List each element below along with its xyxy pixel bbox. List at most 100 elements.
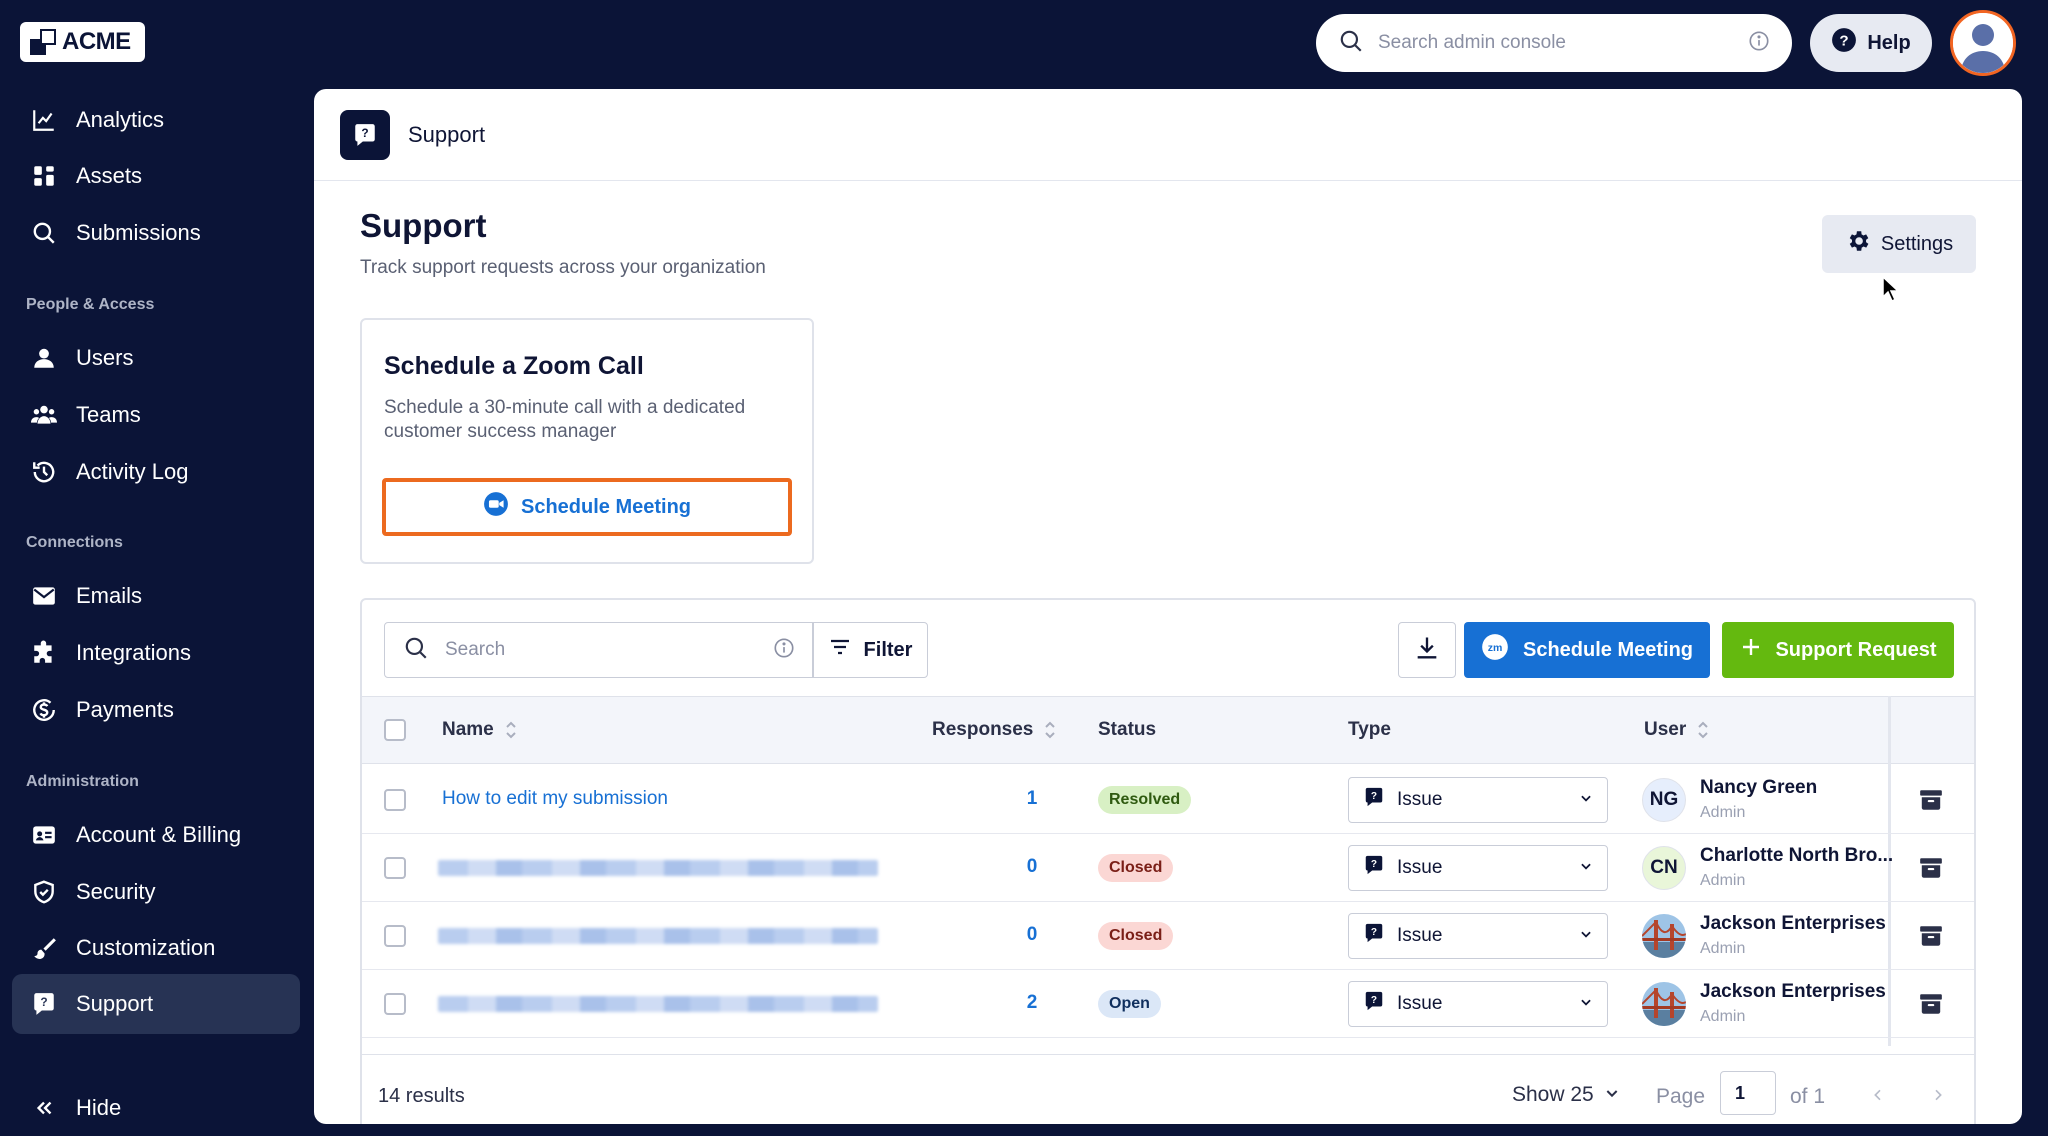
sidebar-item-teams[interactable]: Teams [12,387,300,443]
info-icon[interactable] [1748,30,1770,57]
responses-count[interactable]: 0 [1012,856,1052,878]
user-photo-avatar [1642,914,1686,958]
table-row[interactable]: 2 Open ? Issue Jackson Enterprises Admin [362,970,1974,1038]
table-row[interactable]: 0 Closed ? Issue Jackson Enterprises Adm… [362,902,1974,970]
support-icon: ? [1363,990,1385,1018]
svg-text:?: ? [361,126,368,140]
type-value: Issue [1397,925,1443,946]
column-label: Name [442,719,494,740]
sidebar-item-payments[interactable]: Payments [12,682,300,738]
responses-count[interactable]: 2 [1012,992,1052,1014]
user-avatar[interactable] [1950,10,2016,76]
page-size-select[interactable]: Show 25 [1512,1083,1620,1107]
sidebar-item-analytics[interactable]: Analytics [12,92,300,148]
table-search[interactable] [384,622,814,678]
archive-button[interactable] [1918,855,1944,881]
zoom-card-title: Schedule a Zoom Call [384,352,644,380]
column-header-name[interactable]: Name [442,719,518,741]
user-role: Admin [1700,1008,1746,1025]
admin-search-input[interactable] [1378,32,1734,54]
search-icon [403,635,429,666]
row-checkbox[interactable] [384,925,406,947]
request-name-redacted[interactable] [438,928,878,944]
download-icon [1413,634,1441,667]
schedule-meeting-label: Schedule Meeting [520,495,692,518]
type-select[interactable]: ? Issue [1348,777,1608,823]
sidebar-item-support[interactable]: ? Support [12,974,300,1034]
row-checkbox[interactable] [384,857,406,879]
next-page-button[interactable] [1930,1083,1946,1109]
sidebar-item-integrations[interactable]: Integrations [12,625,300,681]
prev-page-button[interactable] [1870,1083,1886,1109]
admin-search[interactable] [1316,14,1792,72]
table-row[interactable]: 0 Closed ? Issue CN Charlotte North Bro.… [362,834,1974,902]
table-row[interactable]: How to edit my submission 1 Resolved ? I… [362,766,1974,834]
archive-button[interactable] [1918,923,1944,949]
info-icon[interactable] [773,637,795,664]
column-header-user[interactable]: User [1644,719,1710,741]
request-name-link[interactable]: How to edit my submission [442,788,668,810]
page-number-input[interactable] [1720,1071,1776,1115]
type-select[interactable]: ? Issue [1348,913,1608,959]
acme-logo[interactable]: ACME [20,22,145,62]
sidebar-item-emails[interactable]: Emails [12,568,300,624]
svg-text:?: ? [1371,995,1377,1006]
svg-text:?: ? [1371,859,1377,870]
sidebar-item-label: Customization [76,935,216,960]
svg-text:?: ? [1371,791,1377,802]
filter-button[interactable]: Filter [812,622,928,678]
schedule-meeting-card-button[interactable]: Schedule Meeting [382,478,792,536]
zoom-call-card: Schedule a Zoom Call Schedule a 30-minut… [360,318,814,564]
sidebar-item-assets[interactable]: Assets [12,148,300,204]
responses-count[interactable]: 0 [1012,924,1052,946]
sidebar: ACME Analytics Assets Submissions People… [0,0,314,1136]
archive-button[interactable] [1918,787,1944,813]
support-request-label: Support Request [1775,638,1937,661]
download-button[interactable] [1398,622,1456,678]
sidebar-item-label: Analytics [76,107,165,132]
help-button[interactable]: ? Help [1810,14,1932,72]
sidebar-item-label: Payments [76,697,174,722]
chevron-down-icon [1579,789,1593,811]
support-request-button[interactable]: Support Request [1722,622,1954,678]
column-header-status: Status [1098,719,1156,741]
chevron-down-icon [1604,1083,1620,1107]
page-subtitle: Track support requests across your organ… [360,257,766,278]
status-badge: Resolved [1098,786,1192,814]
sidebar-item-users[interactable]: Users [12,330,300,386]
sidebar-item-label: Security [76,879,156,904]
request-name-redacted[interactable] [438,996,878,1012]
user-name: Nancy Green [1700,777,1818,798]
sidebar-item-security[interactable]: Security [12,864,300,920]
user-role: Admin [1700,872,1746,889]
user-role: Admin [1700,804,1746,821]
double-chevron-left-icon [30,1094,58,1122]
user-icon [30,344,58,372]
select-all-checkbox[interactable] [384,719,406,741]
column-header-responses[interactable]: Responses [932,719,1057,741]
sidebar-item-account-billing[interactable]: Account & Billing [12,807,300,863]
page-total-label: of 1 [1790,1085,1826,1108]
chevron-down-icon [1579,993,1593,1015]
table-search-input[interactable] [445,639,757,661]
hide-sidebar-button[interactable]: Hide [12,1080,300,1136]
sidebar-item-submissions[interactable]: Submissions [12,205,300,261]
type-select[interactable]: ? Issue [1348,845,1608,891]
sidebar-item-customization[interactable]: Customization [12,920,300,976]
request-name-redacted[interactable] [438,860,878,876]
section-connections: Connections [26,534,123,551]
type-value: Issue [1397,993,1443,1014]
sidebar-item-activity-log[interactable]: Activity Log [12,444,300,500]
filter-label: Filter [863,638,913,661]
user-name: Jackson Enterprises [1700,913,1886,934]
row-checkbox[interactable] [384,993,406,1015]
schedule-meeting-button[interactable]: zm Schedule Meeting [1464,622,1710,678]
team-icon [30,401,58,429]
archive-button[interactable] [1918,991,1944,1017]
responses-count[interactable]: 1 [1012,788,1052,810]
status-badge: Closed [1098,922,1174,950]
type-select[interactable]: ? Issue [1348,981,1608,1027]
settings-button[interactable]: Settings [1822,215,1976,273]
column-label: Status [1098,719,1157,740]
row-checkbox[interactable] [384,789,406,811]
